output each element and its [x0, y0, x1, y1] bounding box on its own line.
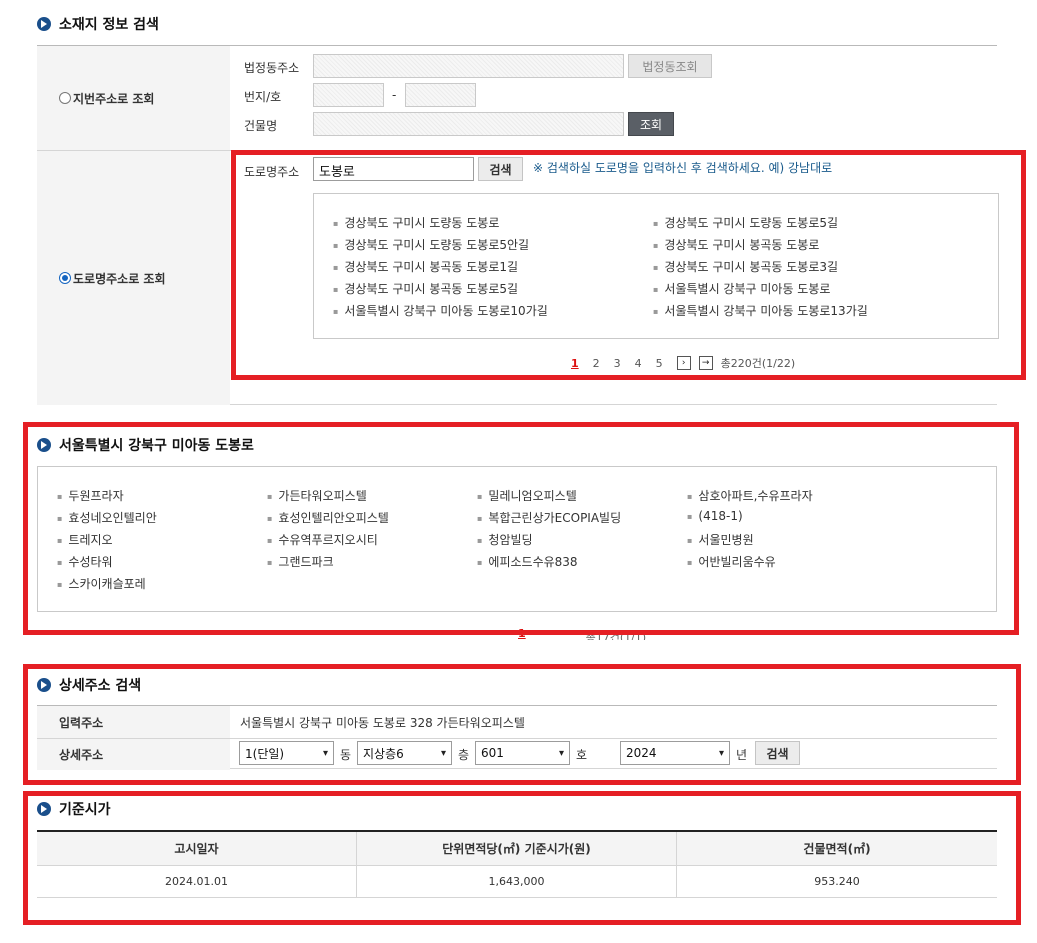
- highlight-standard-price: [23, 791, 1021, 925]
- highlight-road-search: [231, 150, 1026, 380]
- dong-input[interactable]: [313, 54, 624, 78]
- highlight-building-list: [23, 422, 1019, 635]
- radio-road[interactable]: [59, 272, 71, 284]
- dong-lookup-button[interactable]: 법정동조회: [628, 54, 712, 78]
- bunji-label: 번지/호: [244, 90, 282, 104]
- radio-lot[interactable]: [59, 92, 71, 104]
- arrow-circle-icon: [37, 17, 51, 31]
- building-name-input[interactable]: [313, 112, 624, 136]
- building-label: 건물명: [244, 119, 278, 133]
- section-title-text: 소재지 정보 검색: [59, 17, 159, 33]
- lot-option-label: 지번주소로 조회: [73, 91, 155, 106]
- highlight-detail-search: [23, 664, 1021, 785]
- road-option-label: 도로명주소로 조회: [73, 271, 166, 286]
- road-address-option[interactable]: 도로명주소로 조회: [37, 151, 230, 405]
- lot-search-button[interactable]: 조회: [628, 112, 674, 136]
- dong-label: 법정동주소: [244, 61, 300, 75]
- bunji-input[interactable]: [313, 83, 384, 107]
- lot-address-option[interactable]: 지번주소로 조회: [37, 46, 230, 150]
- section-title-location: 소재지 정보 검색: [37, 14, 159, 34]
- ho-input[interactable]: [405, 83, 476, 107]
- dash-separator: -: [392, 88, 397, 102]
